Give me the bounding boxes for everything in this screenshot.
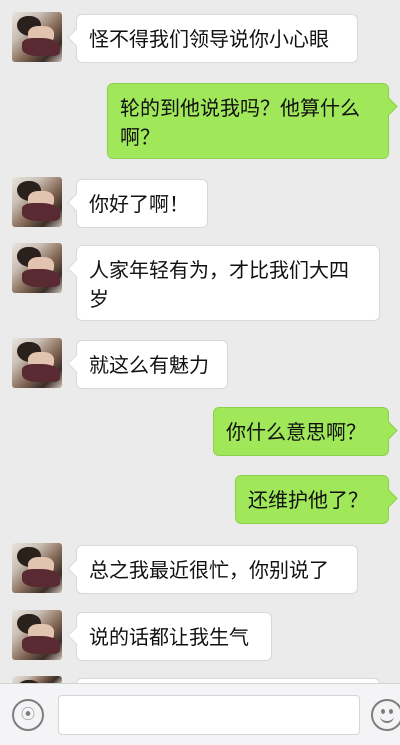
contact-avatar[interactable]	[12, 543, 62, 593]
message-text: 还维护他了？	[248, 488, 368, 512]
contact-avatar[interactable]	[12, 610, 62, 660]
incoming-message[interactable]: 说的话都让我生气	[76, 612, 272, 661]
incoming-message[interactable]: 你好了啊！	[76, 179, 208, 228]
incoming-message[interactable]: 怪不得我们领导说你小心眼	[76, 14, 358, 63]
contact-avatar[interactable]	[12, 177, 62, 227]
message-text: 怪不得我们领导说你小心眼	[89, 27, 329, 51]
outgoing-message[interactable]: 轮的到他说我吗？他算什么啊？	[107, 83, 389, 159]
message-text: 轮的到他说我吗？他算什么啊？	[120, 96, 360, 149]
message-text: 总之我最近很忙，你别说了	[89, 558, 329, 582]
input-bar: ⦿	[0, 683, 400, 745]
incoming-message[interactable]: 人家年轻有为，才比我们大四岁	[76, 245, 380, 321]
outgoing-message[interactable]: 你什么意思啊？	[213, 407, 389, 456]
incoming-message[interactable]: 就这么有魅力	[76, 340, 228, 389]
contact-avatar[interactable]	[12, 243, 62, 293]
chat-screen: 怪不得我们领导说你小心眼 轮的到他说我吗？他算什么啊？ 你好了啊！ 人家年轻有为…	[0, 0, 400, 745]
message-text: 说的话都让我生气	[89, 625, 249, 649]
incoming-message[interactable]: 总之我最近很忙，你别说了	[76, 545, 358, 594]
voice-icon[interactable]: ⦿	[12, 699, 44, 731]
message-text: 你好了啊！	[89, 192, 189, 216]
contact-avatar[interactable]	[12, 12, 62, 62]
message-text: 人家年轻有为，才比我们大四岁	[89, 258, 349, 311]
message-input[interactable]	[58, 695, 360, 735]
message-text: 就这么有魅力	[89, 353, 209, 377]
contact-avatar[interactable]	[12, 338, 62, 388]
emoji-icon[interactable]	[371, 699, 400, 731]
outgoing-message[interactable]: 还维护他了？	[235, 475, 389, 524]
message-text: 你什么意思啊？	[226, 420, 366, 444]
